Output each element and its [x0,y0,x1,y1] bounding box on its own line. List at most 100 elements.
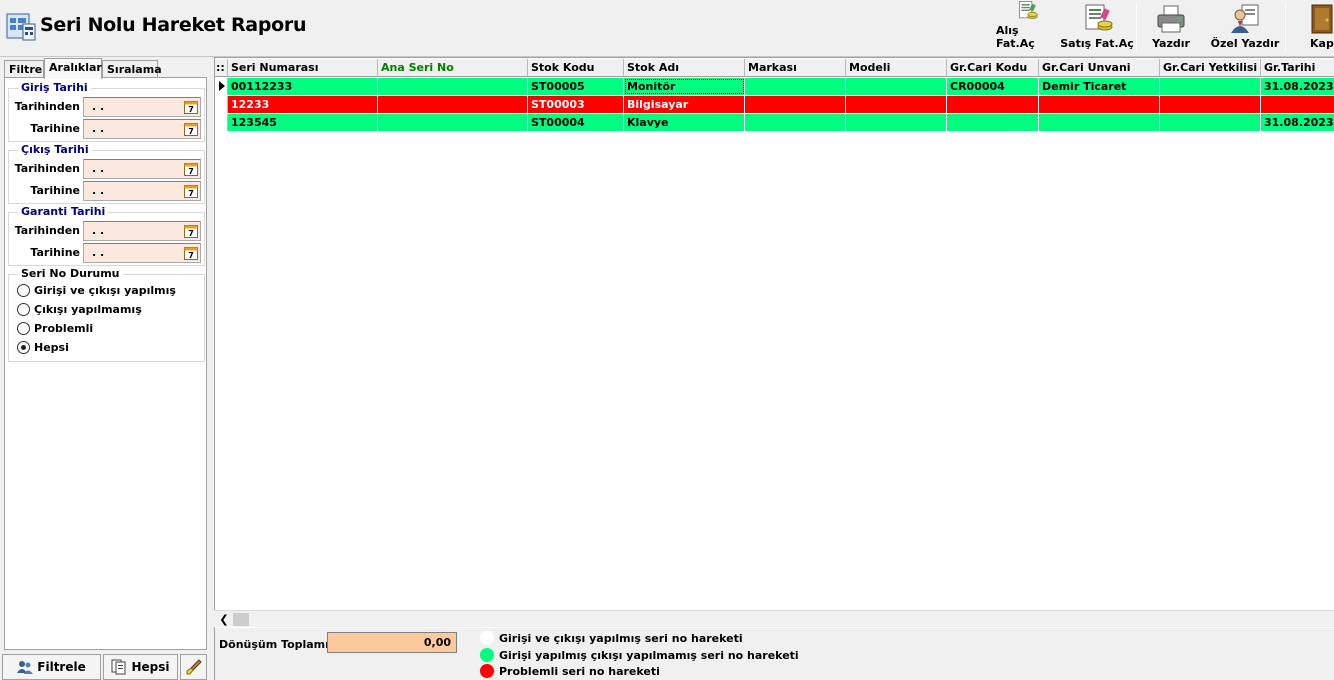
cell-brand[interactable] [745,114,846,131]
status-option-label: Problemli [34,321,94,335]
cell-model[interactable] [846,114,947,131]
warranty-date-from-row: Tarihinden . . 7 [9,221,204,241]
exit-date-to-label: Tarihine [30,184,80,197]
cell-account-title[interactable] [1039,96,1160,113]
tab-araliklar[interactable]: Aralıklar [44,58,102,79]
filter-panel: Filtre Aralıklar Sıralama Giriş Tarihi T… [0,57,212,680]
warranty-date-to-input[interactable]: . . 7 [83,243,201,263]
serial-movement-grid[interactable]: :: Seri Numarası Ana Seri No Stok Kodu S… [214,57,1334,628]
cell-brand[interactable] [745,78,846,95]
grid-header: :: Seri Numarası Ana Seri No Stok Kodu S… [215,59,1334,77]
warranty-date-from-input[interactable]: . . 7 [83,221,201,241]
cell-serial-no[interactable]: 12233 [228,96,378,113]
exit-date-from-row: Tarihinden . . 7 [9,159,204,179]
svg-text:7: 7 [188,189,194,198]
calendar-icon[interactable]: 7 [184,246,198,260]
row-indicator[interactable] [215,78,228,95]
legend-problem: Problemli seri no hareketi [480,663,660,679]
cell-entry-date[interactable] [1261,96,1334,113]
close-button[interactable]: Kapa [1286,0,1334,56]
cell-account-contact[interactable] [1160,96,1261,113]
cell-account-title[interactable] [1039,114,1160,131]
cell-stock-code[interactable]: ST00005 [528,78,624,95]
cell-account-code[interactable] [947,114,1039,131]
table-row[interactable]: 123545 ST00004 Klavye 31.08.2023 [215,114,1334,132]
status-option-problem[interactable]: Problemli [17,319,93,337]
sales-invoice-button[interactable]: Satış Fat.Aç [1058,0,1136,56]
purchase-invoice-button[interactable]: Alış Fat.Aç [996,0,1058,56]
row-indicator[interactable] [215,96,228,113]
cell-parent-serial[interactable] [378,114,528,131]
cell-model[interactable] [846,96,947,113]
exit-date-to-row: Tarihine . . 7 [9,181,204,201]
cell-entry-date[interactable]: 31.08.2023 [1261,114,1334,131]
calendar-icon[interactable]: 7 [184,122,198,136]
cell-serial-no[interactable]: 123545 [228,114,378,131]
entry-date-from-input[interactable]: . . 7 [83,97,201,117]
exit-date-to-input[interactable]: . . 7 [83,181,201,201]
exit-date-from-input[interactable]: . . 7 [83,159,201,179]
column-header-model[interactable]: Modeli [846,59,947,77]
show-all-button-label: Hepsi [131,660,170,674]
grid-indicator-header[interactable]: :: [215,59,228,77]
filter-people-icon [17,661,34,674]
warranty-date-group: Garanti Tarihi Tarihinden . . 7 Tarihine… [8,205,205,266]
cell-brand[interactable] [745,96,846,113]
status-option-not-exited[interactable]: Çıkışı yapılmamış [17,300,142,318]
cell-serial-no[interactable]: 00112233 [228,78,378,95]
cell-stock-code[interactable]: ST00003 [528,96,624,113]
column-header-brand[interactable]: Markası [745,59,846,77]
custom-print-label: Özel Yazdır [1210,37,1280,50]
calendar-icon[interactable]: 7 [184,100,198,114]
summary-bar: Dönüşüm Toplamı 0,00 Girişi ve çıkışı ya… [214,628,1334,680]
table-row[interactable]: 12233 ST00003 Bilgisayar [215,96,1334,114]
cell-parent-serial[interactable] [378,78,528,95]
cell-stock-name[interactable]: Bilgisayar [624,96,745,113]
entry-date-to-input[interactable]: . . 7 [83,119,201,139]
conversion-total-value: 0,00 [327,632,457,653]
cell-model[interactable] [846,78,947,95]
column-header-stock-code[interactable]: Stok Kodu [528,59,624,77]
table-row[interactable]: 00112233 ST00005 Monitör CR00004 Demir T… [215,78,1334,96]
column-header-serial-no[interactable]: Seri Numarası [228,59,378,77]
cell-entry-date[interactable]: 31.08.2023 [1261,78,1334,95]
cell-stock-code[interactable]: ST00004 [528,114,624,131]
print-button[interactable]: Yazdır [1137,0,1205,56]
scroll-left-icon[interactable]: ❮ [216,613,232,626]
status-option-in-out[interactable]: Girişi ve çıkışı yapılmış [17,281,176,299]
cell-parent-serial[interactable] [378,96,528,113]
status-option-all[interactable]: Hepsi [17,338,69,356]
araliklar-tab-panel: Giriş Tarihi Tarihinden . . 7 Tarihine .… [4,77,207,650]
calendar-icon[interactable]: 7 [184,224,198,238]
conversion-total-label: Dönüşüm Toplamı [219,638,329,651]
door-exit-icon [1311,4,1333,34]
filter-button[interactable]: Filtrele [2,654,101,680]
clear-button[interactable] [180,654,207,680]
page-title: Seri Nolu Hareket Raporu [40,14,307,36]
column-header-account-title[interactable]: Gr.Cari Unvani [1039,59,1160,77]
cell-account-contact[interactable] [1160,114,1261,131]
calendar-icon[interactable]: 7 [184,162,198,176]
column-header-parent-serial[interactable]: Ana Seri No [378,59,528,77]
column-header-stock-name[interactable]: Stok Adı [624,59,745,77]
radio-icon [17,302,30,316]
radio-selected-icon [17,340,30,354]
cell-account-code[interactable] [947,96,1039,113]
sales-invoice-label: Satış Fat.Aç [1060,37,1134,50]
custom-print-button[interactable]: Özel Yazdır [1205,0,1285,56]
cell-stock-name[interactable]: Klavye [624,114,745,131]
scrollbar-thumb[interactable] [233,613,249,626]
entry-date-from-value: . . [92,100,105,113]
horizontal-scrollbar[interactable]: ❮ [214,610,1334,627]
column-header-account-code[interactable]: Gr.Cari Kodu [947,59,1039,77]
calendar-icon[interactable]: 7 [184,184,198,198]
column-header-entry-date[interactable]: Gr.Tarihi [1261,59,1334,77]
cell-account-code[interactable]: CR00004 [947,78,1039,95]
cell-account-contact[interactable] [1160,78,1261,95]
show-all-button[interactable]: Hepsi [103,654,178,680]
cell-account-title[interactable]: Demir Ticaret [1039,78,1160,95]
row-indicator[interactable] [215,114,228,131]
column-header-account-contact[interactable]: Gr.Cari Yetkilisi [1160,59,1261,77]
cell-stock-name[interactable]: Monitör [624,78,745,95]
legend-red-dot-icon [480,664,494,678]
